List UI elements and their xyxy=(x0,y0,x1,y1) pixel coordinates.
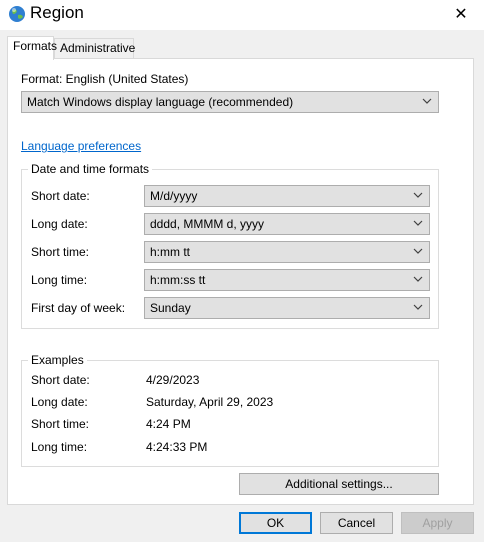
examples-group: Examples Short date: 4/29/2023 Long date… xyxy=(21,353,439,467)
close-icon: ✕ xyxy=(454,6,468,23)
long-date-label: Long date: xyxy=(31,217,88,231)
example-short-time-value: 4:24 PM xyxy=(146,417,191,431)
title-bar: Region ✕ xyxy=(0,0,484,30)
ok-button[interactable]: OK xyxy=(239,512,312,534)
formats-panel: Format: English (United States) Match Wi… xyxy=(7,58,474,505)
format-dropdown-value: Match Windows display language (recommen… xyxy=(27,95,294,109)
chevron-down-icon xyxy=(413,304,423,310)
chevron-down-icon xyxy=(422,98,432,104)
chevron-down-icon xyxy=(413,220,423,226)
long-date-dropdown[interactable]: dddd, MMMM d, yyyy xyxy=(144,213,430,235)
globe-icon xyxy=(9,6,25,22)
long-time-value: h:mm:ss tt xyxy=(150,273,206,287)
short-date-value: M/d/yyyy xyxy=(150,189,198,203)
date-time-formats-title: Date and time formats xyxy=(28,162,153,176)
tab-administrative[interactable]: Administrative xyxy=(54,38,135,59)
short-date-label: Short date: xyxy=(31,189,90,203)
example-long-time-value: 4:24:33 PM xyxy=(146,440,208,454)
example-short-date-value: 4/29/2023 xyxy=(146,373,200,387)
window-title: Region xyxy=(30,3,84,22)
additional-settings-button[interactable]: Additional settings... xyxy=(239,473,439,495)
first-day-of-week-value: Sunday xyxy=(150,301,191,315)
short-date-dropdown[interactable]: M/d/yyyy xyxy=(144,185,430,207)
tab-formats[interactable]: Formats xyxy=(7,36,57,60)
long-time-dropdown[interactable]: h:mm:ss tt xyxy=(144,269,430,291)
examples-title: Examples xyxy=(28,353,87,367)
chevron-down-icon xyxy=(413,192,423,198)
long-time-label: Long time: xyxy=(31,273,88,287)
example-short-time-label: Short time: xyxy=(31,417,90,431)
chevron-down-icon xyxy=(413,276,423,282)
format-label: Format: English (United States) xyxy=(21,72,189,86)
example-short-date-label: Short date: xyxy=(31,373,90,387)
long-date-value: dddd, MMMM d, yyyy xyxy=(150,217,265,231)
example-long-date-value: Saturday, April 29, 2023 xyxy=(146,395,274,409)
short-time-label: Short time: xyxy=(31,245,90,259)
example-long-date-label: Long date: xyxy=(31,395,88,409)
short-time-dropdown[interactable]: h:mm tt xyxy=(144,241,430,263)
format-dropdown[interactable]: Match Windows display language (recommen… xyxy=(21,91,439,113)
short-time-value: h:mm tt xyxy=(150,245,191,259)
date-time-formats-group: Date and time formats Short date: M/d/yy… xyxy=(21,162,439,329)
close-button[interactable]: ✕ xyxy=(438,0,484,28)
first-day-of-week-label: First day of week: xyxy=(31,301,126,315)
cancel-button[interactable]: Cancel xyxy=(320,512,393,534)
first-day-of-week-dropdown[interactable]: Sunday xyxy=(144,297,430,319)
example-long-time-label: Long time: xyxy=(31,440,88,454)
apply-button[interactable]: Apply xyxy=(401,512,474,534)
chevron-down-icon xyxy=(413,248,423,254)
language-preferences-link[interactable]: Language preferences xyxy=(21,139,141,153)
